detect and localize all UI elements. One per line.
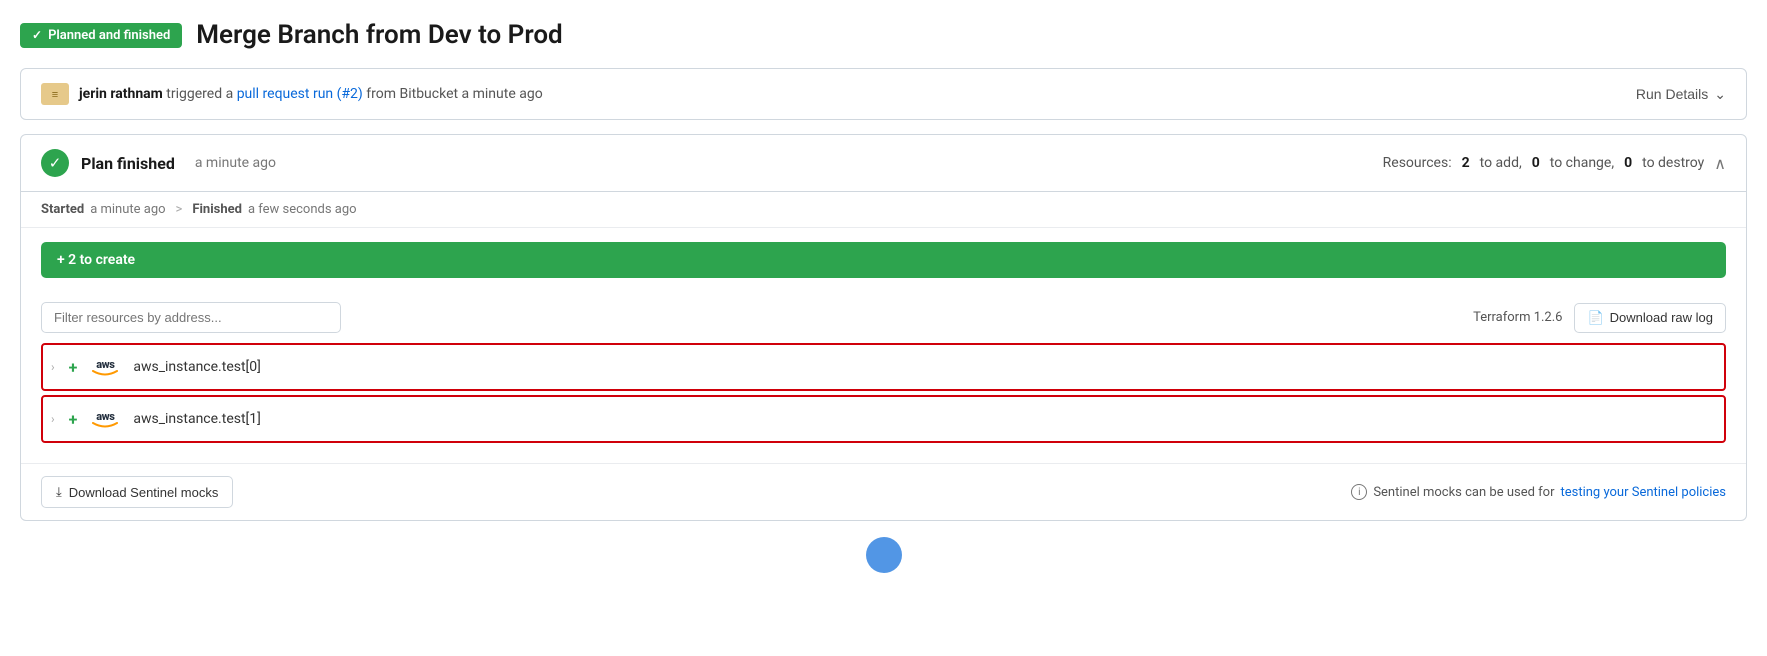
sentinel-policies-link[interactable]: testing your Sentinel policies bbox=[1560, 485, 1726, 500]
plan-title: Plan finished bbox=[81, 154, 175, 173]
status-badge: ✓ Planned and finished bbox=[20, 23, 182, 48]
aws-logo-0: aws bbox=[87, 355, 123, 379]
filter-row: Terraform 1.2.6 📄 Download raw log bbox=[21, 292, 1746, 343]
filter-input[interactable] bbox=[41, 302, 341, 333]
terraform-version: Terraform 1.2.6 bbox=[1473, 310, 1562, 325]
download-icon: 📄 bbox=[1587, 310, 1603, 326]
to-change-count: 0 bbox=[1532, 155, 1540, 171]
add-icon-1: + bbox=[69, 410, 78, 429]
resource-name-0: aws_instance.test[0] bbox=[133, 359, 261, 375]
resource-list: › + aws aws_instance.test[0] › + bbox=[21, 343, 1746, 457]
plan-check-icon: ✓ bbox=[41, 149, 69, 177]
trigger-user: jerin rathnam triggered a pull request r… bbox=[79, 86, 543, 102]
download-raw-log-button[interactable]: 📄 Download raw log bbox=[1574, 303, 1726, 333]
download-sentinel-button[interactable]: ⤓ Download Sentinel mocks bbox=[41, 476, 233, 508]
trigger-text: ≡ jerin rathnam triggered a pull request… bbox=[41, 83, 543, 105]
plan-card-header: ✓ Plan finished a minute ago Resources: … bbox=[21, 135, 1746, 192]
to-destroy-count: 0 bbox=[1624, 155, 1632, 171]
run-details-button[interactable]: Run Details ⌄ bbox=[1636, 86, 1726, 103]
to-add-label: to add, bbox=[1480, 155, 1522, 171]
download-sentinel-icon: ⤓ bbox=[56, 484, 62, 500]
resource-item-box-1: › + aws aws_instance.test[1] bbox=[41, 395, 1726, 443]
create-bar: + 2 to create bbox=[41, 242, 1726, 278]
finished-label: Finished bbox=[192, 202, 242, 217]
to-destroy-label: to destroy bbox=[1642, 155, 1704, 171]
chevron-right-icon-0: › bbox=[51, 360, 55, 374]
chevron-right-icon-1: › bbox=[51, 412, 55, 426]
sentinel-info: i Sentinel mocks can be used for testing… bbox=[1351, 484, 1726, 500]
timing-row: Started a minute ago > Finished a few se… bbox=[21, 192, 1746, 228]
aws-logo-1: aws bbox=[87, 407, 123, 431]
to-add-count: 2 bbox=[1462, 155, 1470, 171]
plan-header-right: Resources: 2 to add, 0 to change, 0 to d… bbox=[1383, 154, 1726, 173]
page-header: ✓ Planned and finished Merge Branch from… bbox=[20, 20, 1747, 50]
to-change-label: to change, bbox=[1550, 155, 1614, 171]
started-time: a minute ago bbox=[90, 202, 165, 217]
plan-header-left: ✓ Plan finished a minute ago bbox=[41, 149, 276, 177]
plan-card: ✓ Plan finished a minute ago Resources: … bbox=[20, 134, 1747, 521]
bottom-stub bbox=[20, 521, 1747, 573]
chevron-down-icon: ⌄ bbox=[1714, 86, 1726, 103]
resource-name-1: aws_instance.test[1] bbox=[133, 411, 261, 427]
add-icon-0: + bbox=[69, 358, 78, 377]
resources-label: Resources: bbox=[1383, 155, 1452, 171]
bottom-circle bbox=[866, 537, 902, 573]
resource-item-0[interactable]: › + aws aws_instance.test[0] bbox=[43, 345, 1724, 389]
resource-item-1[interactable]: › + aws aws_instance.test[1] bbox=[43, 397, 1724, 441]
trigger-bar: ≡ jerin rathnam triggered a pull request… bbox=[20, 68, 1747, 120]
resource-item-box-0: › + aws aws_instance.test[0] bbox=[41, 343, 1726, 391]
right-actions: Terraform 1.2.6 📄 Download raw log bbox=[1473, 303, 1726, 333]
page-title: Merge Branch from Dev to Prod bbox=[196, 20, 562, 50]
info-icon: i bbox=[1351, 484, 1367, 500]
collapse-icon[interactable]: ∧ bbox=[1714, 154, 1726, 173]
card-footer: ⤓ Download Sentinel mocks i Sentinel moc… bbox=[21, 463, 1746, 520]
pull-request-link[interactable]: pull request run (#2) bbox=[237, 86, 363, 102]
plan-time: a minute ago bbox=[195, 155, 276, 171]
badge-label: Planned and finished bbox=[48, 28, 170, 43]
check-icon: ✓ bbox=[32, 28, 42, 42]
trigger-icon: ≡ bbox=[41, 83, 69, 105]
finished-time: a few seconds ago bbox=[248, 202, 357, 217]
timing-arrow: > bbox=[176, 202, 183, 217]
create-bar-label: + 2 to create bbox=[57, 252, 135, 268]
sentinel-info-text: Sentinel mocks can be used for bbox=[1373, 485, 1554, 500]
started-label: Started bbox=[41, 202, 84, 217]
